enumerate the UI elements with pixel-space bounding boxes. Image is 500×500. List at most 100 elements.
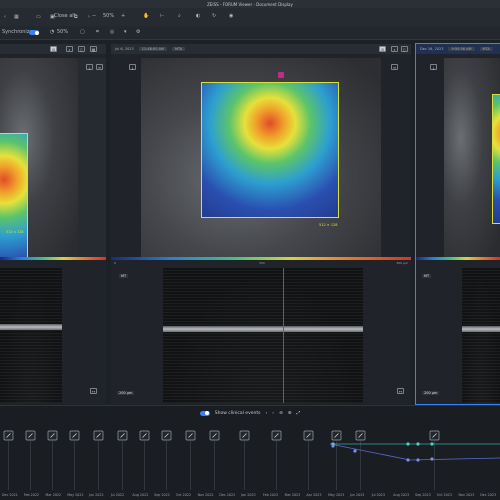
timeline-axis-label: Aug 2022 bbox=[132, 493, 149, 497]
title-bar: ZEISS - FORUM Viewer - Document Display bbox=[0, 0, 500, 8]
trend-point bbox=[406, 442, 410, 446]
rotate-icon[interactable]: ↻ bbox=[212, 13, 216, 19]
panel-1-export-icon[interactable]: ⤓ bbox=[86, 64, 93, 70]
timeline-axis-label: Aug 2023 bbox=[393, 493, 410, 497]
zoom-in-icon[interactable]: + bbox=[121, 13, 125, 19]
back-icon[interactable]: ‹ bbox=[4, 14, 6, 20]
trend-point bbox=[416, 458, 420, 462]
panel-1-side-strip bbox=[78, 58, 106, 258]
panel-2-time[interactable]: 11:48:00 AM bbox=[138, 47, 167, 51]
timeline-axis-label: Apr 2023 bbox=[306, 493, 322, 497]
panel-1-scan-size: 512 × 128 bbox=[6, 230, 24, 234]
settings-icon[interactable]: ⚙ bbox=[136, 29, 140, 35]
panel-1-oct-side bbox=[62, 268, 106, 403]
panel-1-bookmark-icon[interactable]: ▯ bbox=[78, 46, 85, 52]
timeline-header: Show clinical events ‹ › ⊖ ⊕ ⤢ bbox=[0, 406, 500, 420]
panel-3-oct-tag: MT bbox=[422, 274, 432, 278]
trend-point bbox=[406, 458, 410, 462]
dropdown-icon[interactable]: ▾ bbox=[124, 29, 127, 35]
panel-3-date: Dec 16, 2023 bbox=[420, 47, 444, 51]
panel-1-eye-badge[interactable]: ⊙ bbox=[50, 46, 57, 52]
panel-3-mode[interactable]: MTA bbox=[479, 47, 493, 51]
timeline-axis-label: Feb 2022 bbox=[23, 493, 40, 497]
panel-2-bookmark-icon[interactable]: ▯ bbox=[401, 46, 408, 52]
search-icon[interactable]: ⌕ bbox=[178, 13, 181, 19]
timeline-axis-label: Feb 2023 bbox=[262, 493, 279, 497]
clinical-events-toggle[interactable] bbox=[199, 410, 210, 416]
timeline-prev-icon[interactable]: ‹ bbox=[265, 411, 267, 416]
panel-2-layers-icon[interactable]: ≡ bbox=[391, 64, 398, 70]
timeline-axis-label: Dec 2022 bbox=[219, 493, 236, 497]
crop-icon[interactable]: ⌗ bbox=[96, 29, 99, 35]
panel-2-export-icon[interactable]: ⤓ bbox=[129, 64, 136, 70]
close-all-button[interactable]: Close all bbox=[54, 13, 75, 19]
zoom-level[interactable]: 50% bbox=[103, 13, 114, 19]
square-icon[interactable]: ▢ bbox=[80, 29, 85, 35]
timeline-axis-label: Dec 2023 bbox=[480, 493, 497, 497]
window-title: ZEISS - FORUM Viewer - Document Display bbox=[207, 1, 293, 7]
panel-3-colorbar bbox=[416, 257, 500, 260]
panel-2-eye-badge[interactable]: ⊙ bbox=[379, 46, 386, 52]
opacity-value[interactable]: 50% bbox=[57, 29, 68, 35]
image-panel-1[interactable]: ⊙ ⌕ ▯ ▦ ⤓ ≡ 512 × 128 ↔ bbox=[0, 44, 106, 404]
timeline-zoom-in-icon[interactable]: ⊕ bbox=[288, 411, 292, 416]
panel-1-thickness-map bbox=[0, 133, 28, 258]
timeline-axis-label: Mar 2022 bbox=[45, 493, 62, 497]
synchronize-label: Synchronize bbox=[2, 29, 33, 35]
trend-point bbox=[331, 444, 335, 448]
panel-1-fundus-image[interactable] bbox=[0, 58, 78, 258]
colorbar-min: 0 bbox=[114, 261, 116, 265]
panel-1-layers-icon[interactable]: ≡ bbox=[96, 64, 103, 70]
contrast-icon[interactable]: ◐ bbox=[196, 13, 200, 19]
trend-point bbox=[430, 442, 434, 446]
timeline-axis-label: Oct 2022 bbox=[175, 493, 192, 497]
timeline-axis-label: Jun 2022 bbox=[88, 493, 104, 497]
layout-icon[interactable]: ▭ bbox=[36, 14, 41, 20]
panel-3-header: Dec 16, 2023 9:50:56 AM MTA bbox=[416, 44, 500, 54]
panel-2-date: Jul 6, 2023 bbox=[115, 47, 134, 51]
image-panel-2[interactable]: Jul 6, 2023 11:48:00 AM MTA ⊙ ⌕ ▯ 512 × … bbox=[111, 44, 411, 404]
measure-icon[interactable]: ⊢ bbox=[160, 13, 164, 19]
panel-2-fundus-image[interactable]: 512 × 128 bbox=[141, 58, 381, 258]
panel-1-oct-bscan[interactable] bbox=[0, 268, 62, 403]
panel-1-search-icon[interactable]: ⌕ bbox=[66, 46, 73, 52]
timeline-axis-label: Nov 2022 bbox=[197, 493, 214, 497]
timeline-zoom-out-icon[interactable]: ⊖ bbox=[279, 411, 283, 416]
panel-3-fundus-image[interactable] bbox=[444, 58, 500, 258]
panel-3-oct-scale: 200 µm bbox=[422, 391, 440, 395]
panel-2-cursor-marker[interactable] bbox=[278, 72, 284, 78]
target-icon[interactable]: ◎ bbox=[110, 29, 114, 35]
timeline-next-icon[interactable]: › bbox=[272, 411, 274, 416]
eye-icon[interactable]: ◉ bbox=[229, 13, 233, 19]
timeline-axis-label: Sep 2022 bbox=[154, 493, 170, 497]
trend-point bbox=[353, 449, 357, 453]
panel-3-oct-bscan[interactable] bbox=[462, 268, 500, 403]
next-icon[interactable]: › bbox=[88, 14, 90, 20]
panel-2-search-icon[interactable]: ⌕ bbox=[391, 46, 398, 52]
volume-trend-line-1 bbox=[329, 443, 411, 461]
panel-1-arrow-icon[interactable]: ↔ bbox=[90, 388, 97, 394]
timeline-chart[interactable] bbox=[0, 420, 500, 492]
timeline-axis-label: Nov 2023 bbox=[458, 493, 475, 497]
synchronize-toggle[interactable] bbox=[29, 30, 39, 35]
grid-icon[interactable]: ▦ bbox=[14, 14, 19, 20]
image-panel-3[interactable]: Dec 16, 2023 9:50:56 AM MTA ⤓ MT 200 µm bbox=[415, 43, 500, 405]
panel-2-colorbar bbox=[111, 257, 411, 260]
panel-2-scan-line bbox=[283, 268, 284, 403]
timeline-axis-label: Jun 2023 bbox=[349, 493, 365, 497]
panel-3-export-icon[interactable]: ⤓ bbox=[430, 64, 437, 70]
timeline-fit-icon[interactable]: ⤢ bbox=[297, 410, 301, 416]
secondary-toolbar: Synchronize ◔ 50% ▢ ⌗ ◎ ▾ ⚙ bbox=[0, 26, 500, 40]
panel-3-time[interactable]: 9:50:56 AM bbox=[448, 47, 475, 51]
panel-2-oct-tag: MT bbox=[119, 274, 129, 278]
opacity-icon[interactable]: ◔ bbox=[50, 29, 54, 35]
timeline-axis-label: Jan 2023 bbox=[241, 493, 256, 497]
panel-2-arrow-icon[interactable]: ↔ bbox=[397, 388, 404, 394]
timeline-panel: Show clinical events ‹ › ⊖ ⊕ ⤢ Dec 2021 F… bbox=[0, 405, 500, 500]
panel-1-grid-icon[interactable]: ▦ bbox=[90, 46, 97, 52]
panel-2-oct-bscan[interactable] bbox=[163, 268, 363, 403]
zoom-out-icon[interactable]: − bbox=[92, 13, 96, 19]
pan-icon[interactable]: ✋ bbox=[143, 13, 149, 19]
panel-2-mode[interactable]: MTA bbox=[171, 47, 186, 51]
panel-1-colorbar bbox=[0, 257, 106, 260]
